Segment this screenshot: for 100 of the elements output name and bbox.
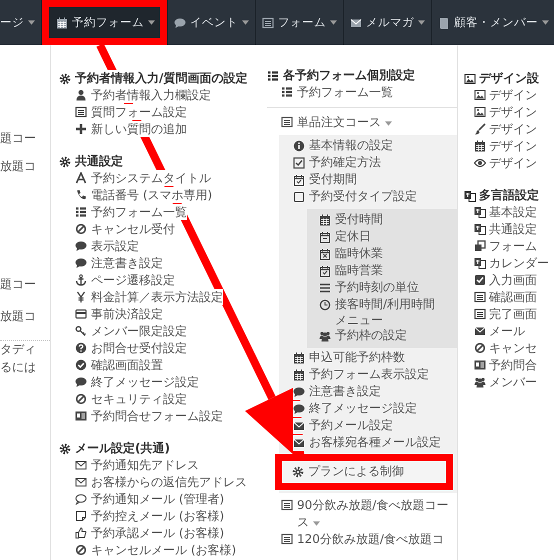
menu-item[interactable]: デザイン — [474, 121, 537, 138]
menu-item[interactable]: 受付期間 — [293, 172, 357, 188]
envelope-icon — [293, 437, 305, 450]
menu-item[interactable]: 注意書き設定 — [75, 255, 163, 272]
menu-item[interactable]: お問合せ受付設定 — [75, 340, 187, 356]
comment-icon — [293, 386, 305, 398]
menu-item[interactable]: 予約確定方法 — [293, 155, 381, 171]
check-square-icon — [474, 274, 486, 286]
bars-icon — [319, 282, 331, 294]
menu-item[interactable]: 基本設定 — [474, 204, 537, 220]
menu-item[interactable]: 予約メール設定 — [293, 418, 393, 434]
menu-item[interactable]: 完了画面 — [474, 306, 537, 322]
menu-item[interactable]: 予約通知メール (管理者) — [75, 491, 224, 508]
nav-menu-item[interactable]: メルマガ — [344, 0, 432, 45]
course-link[interactable]: 題コー — [0, 130, 36, 146]
envelope-icon — [474, 325, 486, 337]
menu-item[interactable]: キャンセ — [474, 340, 537, 356]
menu-item[interactable]: 表示設定 — [75, 238, 139, 254]
caret-icon — [242, 20, 249, 25]
calendar-icon — [319, 214, 331, 226]
menu-item[interactable]: 確認画面 — [474, 289, 537, 306]
menu-item[interactable]: 新しい質問の追加 — [75, 121, 187, 138]
gear-icon — [59, 72, 71, 84]
checkbox-icon — [293, 157, 305, 169]
menu-item[interactable]: 予約問合せフォーム設定 — [75, 408, 223, 424]
menu-item[interactable]: フォーム — [474, 238, 537, 254]
key-icon — [75, 325, 87, 337]
id-card-icon — [75, 410, 87, 422]
menu-item[interactable]: メンバー限定設定 — [75, 323, 187, 340]
ban-icon — [474, 342, 486, 354]
menu-item[interactable]: 予約控えメール (お客様) — [75, 508, 224, 524]
menu-item[interactable]: 注意書き設定 — [293, 384, 381, 400]
menu-item[interactable]: 予約者情報入力欄設定 — [75, 87, 211, 104]
menu-item[interactable]: 終了メッセージ設定 — [293, 401, 417, 417]
translate-icon — [474, 257, 486, 269]
section-heading: 各予約フォーム個別設定 — [267, 67, 415, 84]
menu-item[interactable]: 予約受付タイプ設定 — [293, 189, 417, 205]
menu-item[interactable]: デザイン — [474, 155, 537, 172]
menu-item[interactable]: 終了メッセージ設定 — [75, 374, 199, 390]
menu-item[interactable]: デザイン — [474, 87, 537, 104]
note-icon — [75, 510, 87, 522]
section-heading: デザイン設 — [464, 70, 539, 87]
menu-item[interactable]: 申込可能予約枠数 — [293, 350, 405, 366]
menu-item[interactable]: 共通設定 — [474, 221, 537, 238]
caret-icon — [330, 20, 337, 25]
gear-icon — [292, 466, 304, 478]
menu-item[interactable]: 予約フォーム一覧 — [281, 84, 393, 100]
card-icon — [75, 308, 87, 320]
menu-item[interactable]: デザイン — [474, 104, 537, 120]
menu-item[interactable]: 電話番号 (スマホ専用) — [75, 187, 212, 204]
menu-item[interactable]: 予約システムタイトル — [75, 170, 211, 186]
menu-item[interactable]: 予約フォーム表示設定 — [293, 367, 429, 383]
form-icon — [474, 308, 486, 320]
calendar-check-icon — [293, 174, 305, 186]
course-link[interactable]: 放題コ — [0, 308, 36, 324]
menu-item[interactable]: ページ遷移設定 — [75, 272, 175, 288]
id-card-icon — [474, 359, 486, 371]
menu-item[interactable]: 予約通知先アドレス — [75, 457, 199, 474]
menu-item[interactable]: 予約問合 — [474, 357, 537, 374]
menu-item[interactable]: デザイン — [474, 138, 537, 154]
nav-menu-item[interactable]: 予約フォーム — [42, 0, 168, 45]
envelope-outline-icon — [75, 476, 87, 488]
translate-icon — [474, 223, 486, 235]
clock-icon — [319, 299, 331, 311]
list-icon — [281, 86, 293, 98]
menu-item[interactable]: 予約承認メール (お客様) — [75, 525, 224, 542]
menu-item[interactable]: キャンセル受付 — [75, 221, 175, 238]
calendar-check-icon — [319, 265, 331, 277]
course-link[interactable]: るには — [0, 359, 36, 375]
menu-item[interactable]: お客様からの返信先アドレス — [75, 474, 247, 490]
menu-item[interactable]: 入力画面 — [474, 272, 537, 288]
comment-outline-icon — [75, 493, 87, 505]
course-link[interactable]: タディ — [0, 341, 36, 357]
image-icon — [464, 72, 476, 84]
caret-icon — [542, 20, 549, 25]
menu-item[interactable]: プランによる制御 — [275, 454, 453, 490]
nav-menu-item[interactable]: 顧客・メンバー — [432, 0, 554, 45]
menu-item[interactable]: 基本情報の設定 — [293, 138, 393, 154]
nav-menu-item[interactable]: フォーム — [256, 0, 344, 45]
menu-item[interactable]: 予約フォーム一覧 — [75, 204, 187, 220]
brush-icon — [474, 123, 486, 135]
menu-item[interactable]: お客様宛各種メール設定 — [293, 435, 441, 451]
menu-item[interactable]: 質問フォーム設定 — [75, 104, 187, 120]
nav-menu-item[interactable]: イベント — [168, 0, 256, 45]
caret-icon — [384, 121, 392, 126]
menu-item[interactable]: メンバー — [474, 374, 537, 390]
form-icon — [281, 116, 293, 128]
menu-item[interactable]: 料金計算／表示方法設定 — [75, 289, 223, 306]
comment-icon — [293, 403, 305, 416]
translate-icon — [464, 190, 476, 202]
envelope-icon — [293, 420, 305, 432]
menu-item[interactable]: 確認画面設置 — [75, 357, 163, 374]
menu-item[interactable]: カレンダー — [474, 255, 549, 272]
course-link[interactable]: 題コー — [0, 276, 36, 292]
menu-item[interactable]: 事前決済設定 — [75, 306, 163, 322]
book-icon — [438, 16, 450, 28]
form-icon — [75, 106, 87, 118]
course-link[interactable]: 放題コ — [0, 158, 36, 174]
menu-item[interactable]: セキュリティ設定 — [75, 391, 187, 408]
menu-item[interactable]: キャンセルメール (お客様) — [75, 542, 236, 558]
